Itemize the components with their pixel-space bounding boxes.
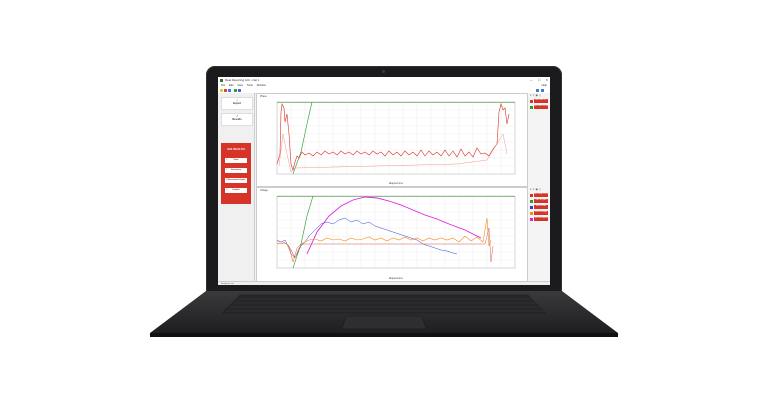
left-panel: ⤓ Import ↗ Results Infill 1B4-01 F04 ✓ D… <box>218 93 255 285</box>
base-front-edge <box>150 333 618 337</box>
report-panel: Infill 1B4-01 F04 ✓ Data ✓ Summary ✓ F-M… <box>221 143 251 204</box>
legend-swatch <box>530 211 533 215</box>
legend-item-voltage-ch4[interactable]: Infill CH4 orange <box>530 211 548 215</box>
settings-icon[interactable] <box>541 89 544 92</box>
legend-swatch <box>530 199 533 203</box>
check-icon: ✓ <box>226 189 228 191</box>
phase-graph[interactable]: Elapsed time <box>257 94 527 186</box>
graphs-button-label: Graphs <box>232 189 240 191</box>
legend-swatch <box>530 217 533 221</box>
laptop-screen: Meat Reporting GUI - trial 1 — ☐ ✕ File … <box>218 77 550 285</box>
minimize-button[interactable]: — <box>530 78 533 82</box>
legend-item-voltage-ch2[interactable]: Infill CH2 green <box>530 199 548 203</box>
results-button[interactable]: ↗ Results <box>221 113 253 126</box>
results-label: Results <box>232 118 242 121</box>
voltage-graph-panel: Voltage Elapsed time <box>256 187 528 282</box>
touchpad <box>341 315 427 330</box>
phase-grid <box>277 102 515 174</box>
phase-legend-panel: ▾ ⚲ ▣ ⎙ Infill Phase CH1 Infill Phase CH… <box>528 93 550 185</box>
f-measurement-graphs-button[interactable]: ✓ F-Measurement Graphs <box>225 178 247 183</box>
webcam <box>382 70 385 73</box>
xaxis-label-bottom: Elapsed time <box>389 277 403 280</box>
summary-button[interactable]: ✓ Summary <box>225 168 247 173</box>
legend-swatch <box>530 105 533 109</box>
phase-series-red-2 <box>278 133 508 173</box>
graphs-button[interactable]: ✓ Graphs <box>225 188 247 193</box>
legend-label: Infill Voltage CH1 red <box>534 193 548 197</box>
voltage-graph[interactable]: Elapsed time <box>257 188 527 281</box>
laptop-base <box>150 291 618 337</box>
app-icon <box>220 78 223 82</box>
summary-button-label: Summary <box>231 169 241 171</box>
open-folder-icon[interactable] <box>220 89 223 92</box>
f-measurement-graphs-label: F-Measurement Graphs <box>226 179 246 181</box>
legend-toolbar-icons[interactable]: ▾ ⚲ ▣ ⎙ <box>530 188 541 191</box>
maximize-button[interactable]: ☐ <box>538 78 541 82</box>
check-icon: ✓ <box>226 169 228 171</box>
export-icon[interactable] <box>238 89 241 92</box>
legend-label: Infill CH3 blue <box>534 205 548 209</box>
window-title: Meat Reporting GUI - trial 1 <box>225 78 260 83</box>
import-label: Import <box>232 102 242 105</box>
legend-item-phase-ch2[interactable]: Infill Phase CH2 total <box>530 105 548 109</box>
phase-series-red <box>276 102 510 172</box>
save-icon[interactable] <box>228 89 231 92</box>
data-button[interactable]: ✓ Data <box>225 158 247 163</box>
voltage-series-green <box>292 195 314 269</box>
check-icon: ✓ <box>226 179 228 181</box>
window-controls: — ☐ ✕ <box>530 78 548 82</box>
report-heading: Infill 1B4-01 F04 <box>227 149 245 151</box>
legend-item-voltage-ch1[interactable]: Infill Voltage CH1 red <box>530 193 548 197</box>
record-icon[interactable] <box>224 89 227 92</box>
legend-swatch <box>530 99 533 103</box>
legend-label: Infill CH5 magenta <box>534 217 548 221</box>
xaxis-label-top: Elapsed time <box>389 182 403 185</box>
laptop-lid: Meat Reporting GUI - trial 1 — ☐ ✕ File … <box>206 66 562 292</box>
voltage-series-red <box>276 227 494 263</box>
legend-label: Infill Phase CH1 <box>534 99 548 103</box>
legend-item-voltage-ch5[interactable]: Infill CH5 magenta <box>530 217 548 221</box>
legend-item-voltage-ch3[interactable]: Infill CH3 blue <box>530 205 548 209</box>
legend-swatch <box>530 193 533 197</box>
status-bar: Ready to run <box>218 281 550 285</box>
voltage-legend-panel: ▾ ⚲ ▣ ⎙ Infill Voltage CH1 red Infill CH… <box>528 187 550 280</box>
phase-plot-frame <box>276 101 516 175</box>
legend-label: Infill CH4 orange <box>534 211 548 215</box>
phase-graph-panel: Phase Elapsed time <box>256 93 528 187</box>
keyboard <box>221 294 547 314</box>
import-button[interactable]: ⤓ Import <box>221 97 253 110</box>
chart-icon[interactable] <box>234 89 237 92</box>
data-button-label: Data <box>233 159 239 161</box>
check-icon: ✓ <box>226 159 228 161</box>
close-button[interactable]: ✕ <box>545 78 548 82</box>
legend-item-phase-ch1[interactable]: Infill Phase CH1 <box>530 99 548 103</box>
legend-label: Infill CH2 green <box>534 199 548 203</box>
phase-series-green <box>292 101 313 175</box>
legend-label: Infill Phase CH2 total <box>534 105 548 109</box>
legend-toolbar-icons[interactable]: ▾ ⚲ ▣ ⎙ <box>530 94 541 97</box>
legend-swatch <box>530 205 533 209</box>
status-text: Ready to run <box>221 282 234 285</box>
info-icon[interactable] <box>536 89 539 92</box>
